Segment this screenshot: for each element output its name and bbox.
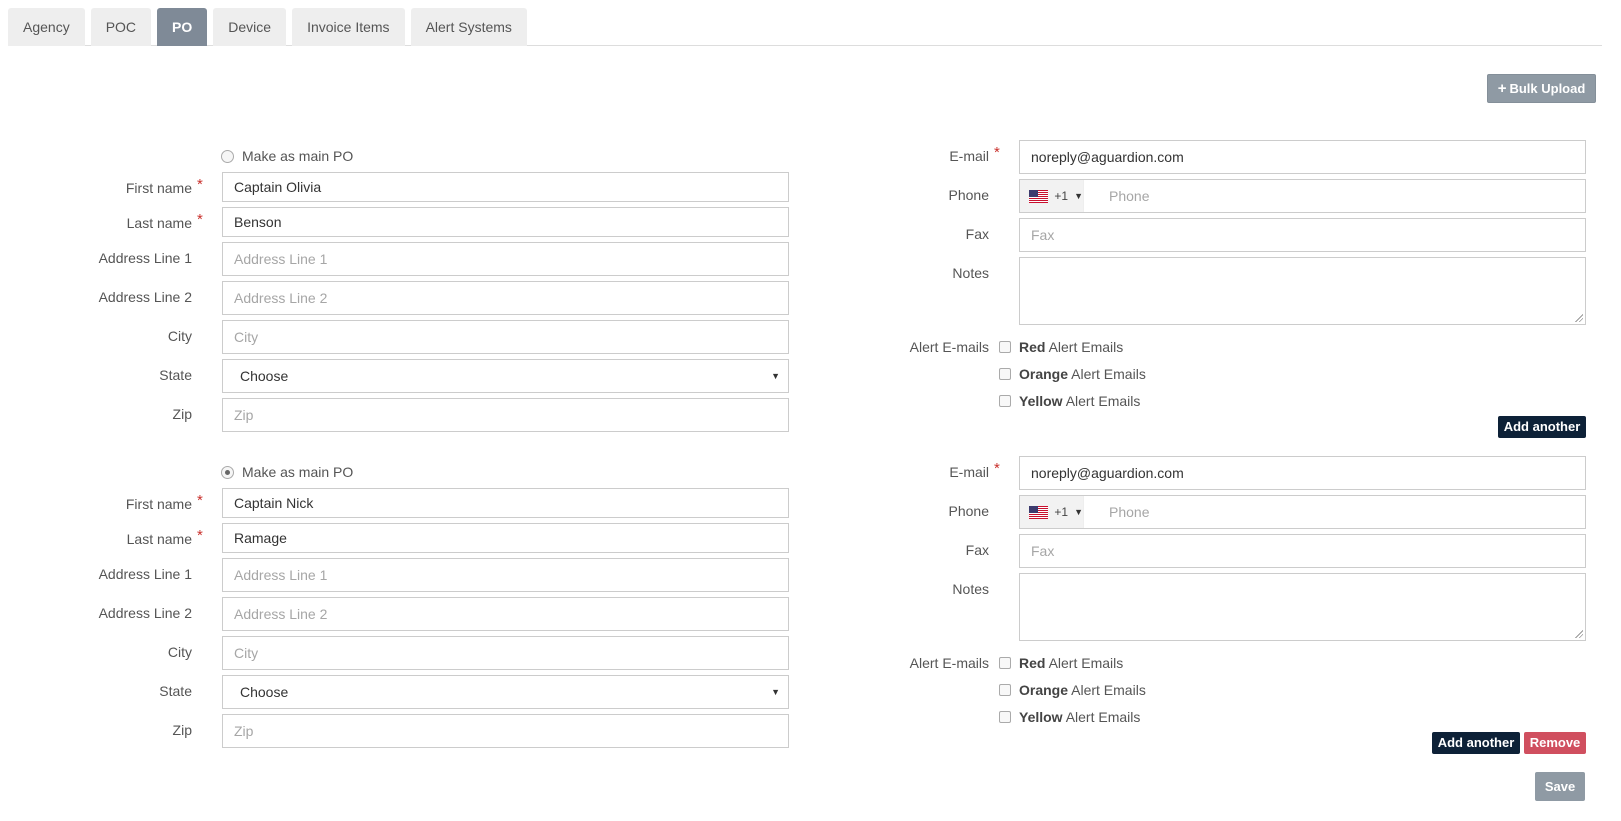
state-value: Choose — [240, 368, 289, 384]
address2-input[interactable]: Address Line 2 — [222, 281, 789, 315]
bulk-upload-label: Bulk Upload — [1509, 81, 1586, 96]
make-main-po-radio[interactable] — [221, 466, 234, 479]
alert-emails-label: Alert E-mails — [909, 655, 989, 671]
address1-input[interactable]: Address Line 1 — [222, 558, 789, 592]
zip-input[interactable]: Zip — [222, 398, 789, 432]
city-label: City — [167, 328, 192, 344]
email-label: E-mail — [949, 464, 989, 480]
phone-input[interactable]: +1 ▼ Phone — [1019, 179, 1586, 213]
red-alert-checkbox[interactable] — [999, 657, 1011, 669]
add-another-button[interactable]: Add another — [1432, 732, 1520, 754]
notes-label: Notes — [952, 581, 989, 597]
tab-agency[interactable]: Agency — [8, 8, 85, 46]
orange-alert-checkbox[interactable] — [999, 684, 1011, 696]
red-alert-label: Red Alert Emails — [1019, 339, 1124, 355]
caret-down-icon: ▼ — [771, 687, 780, 697]
phone-placeholder: Phone — [1109, 504, 1150, 520]
state-select[interactable]: Choose ▼ — [222, 675, 789, 709]
required-marker: * — [994, 460, 1000, 477]
plus-icon: + — [1497, 80, 1507, 97]
required-marker: * — [197, 211, 203, 228]
address2-label: Address Line 2 — [98, 605, 192, 621]
caret-down-icon: ▼ — [1074, 507, 1083, 517]
phone-placeholder: Phone — [1109, 188, 1150, 204]
yellow-alert-checkbox[interactable] — [999, 395, 1011, 407]
make-main-po-radio[interactable] — [221, 150, 234, 163]
add-another-button[interactable]: Add another — [1498, 416, 1586, 438]
make-main-po-label: Make as main PO — [242, 148, 354, 164]
red-alert-label: Red Alert Emails — [1019, 655, 1124, 671]
country-code-select[interactable]: +1 ▼ — [1020, 496, 1084, 528]
caret-down-icon: ▼ — [771, 371, 780, 381]
fax-input[interactable]: Fax — [1019, 534, 1586, 568]
zip-label: Zip — [172, 722, 192, 738]
make-main-po-label: Make as main PO — [242, 464, 354, 480]
remove-button[interactable]: Remove — [1524, 732, 1586, 754]
state-label: State — [159, 367, 192, 383]
resize-handle[interactable] — [1575, 314, 1583, 322]
required-marker: * — [197, 492, 203, 509]
fax-label: Fax — [965, 226, 989, 242]
country-code-select[interactable]: +1 ▼ — [1020, 180, 1084, 212]
save-button[interactable]: Save — [1535, 772, 1585, 801]
notes-textarea[interactable] — [1019, 573, 1586, 641]
first-name-input[interactable]: Captain Nick — [222, 488, 789, 518]
state-value: Choose — [240, 684, 289, 700]
first-name-input[interactable]: Captain Olivia — [222, 172, 789, 202]
bulk-upload-button[interactable]: + Bulk Upload — [1487, 74, 1596, 103]
first-name-label: First name — [125, 496, 192, 512]
last-name-input[interactable]: Benson — [222, 207, 789, 237]
caret-down-icon: ▼ — [1074, 191, 1083, 201]
email-label: E-mail — [949, 148, 989, 164]
us-flag-icon — [1029, 189, 1049, 203]
orange-alert-checkbox[interactable] — [999, 368, 1011, 380]
tab-device[interactable]: Device — [213, 8, 287, 46]
country-code: +1 — [1054, 505, 1069, 519]
country-code: +1 — [1054, 189, 1069, 203]
required-marker: * — [197, 176, 203, 193]
email-input[interactable]: noreply@aguardion.com — [1019, 140, 1586, 174]
resize-handle[interactable] — [1575, 630, 1583, 638]
alert-emails-label: Alert E-mails — [909, 339, 989, 355]
yellow-alert-checkbox[interactable] — [999, 711, 1011, 723]
orange-alert-label: Orange Alert Emails — [1019, 682, 1146, 698]
address2-label: Address Line 2 — [98, 289, 192, 305]
phone-label: Phone — [948, 503, 989, 519]
city-input[interactable]: City — [222, 320, 789, 354]
zip-input[interactable]: Zip — [222, 714, 789, 748]
tab-po[interactable]: PO — [157, 8, 208, 46]
required-marker: * — [197, 527, 203, 544]
orange-alert-label: Orange Alert Emails — [1019, 366, 1146, 382]
last-name-label: Last name — [126, 215, 192, 231]
notes-textarea[interactable] — [1019, 257, 1586, 325]
tab-poc[interactable]: POC — [90, 8, 152, 46]
address1-label: Address Line 1 — [98, 250, 192, 266]
notes-label: Notes — [952, 265, 989, 281]
last-name-label: Last name — [126, 531, 192, 547]
first-name-label: First name — [125, 180, 192, 196]
tab-alert-systems[interactable]: Alert Systems — [410, 8, 527, 46]
state-label: State — [159, 683, 192, 699]
yellow-alert-label: Yellow Alert Emails — [1019, 393, 1141, 409]
address2-input[interactable]: Address Line 2 — [222, 597, 789, 631]
zip-label: Zip — [172, 406, 192, 422]
yellow-alert-label: Yellow Alert Emails — [1019, 709, 1141, 725]
state-select[interactable]: Choose ▼ — [222, 359, 789, 393]
address1-label: Address Line 1 — [98, 566, 192, 582]
city-label: City — [167, 644, 192, 660]
us-flag-icon — [1029, 505, 1049, 519]
red-alert-checkbox[interactable] — [999, 341, 1011, 353]
email-input[interactable]: noreply@aguardion.com — [1019, 456, 1586, 490]
address1-input[interactable]: Address Line 1 — [222, 242, 789, 276]
fax-input[interactable]: Fax — [1019, 218, 1586, 252]
tab-bar: Agency POC PO Device Invoice Items Alert… — [8, 8, 1602, 46]
last-name-input[interactable]: Ramage — [222, 523, 789, 553]
fax-label: Fax — [965, 542, 989, 558]
city-input[interactable]: City — [222, 636, 789, 670]
tab-invoice-items[interactable]: Invoice Items — [292, 8, 405, 46]
required-marker: * — [994, 144, 1000, 161]
phone-label: Phone — [948, 187, 989, 203]
phone-input[interactable]: +1 ▼ Phone — [1019, 495, 1586, 529]
